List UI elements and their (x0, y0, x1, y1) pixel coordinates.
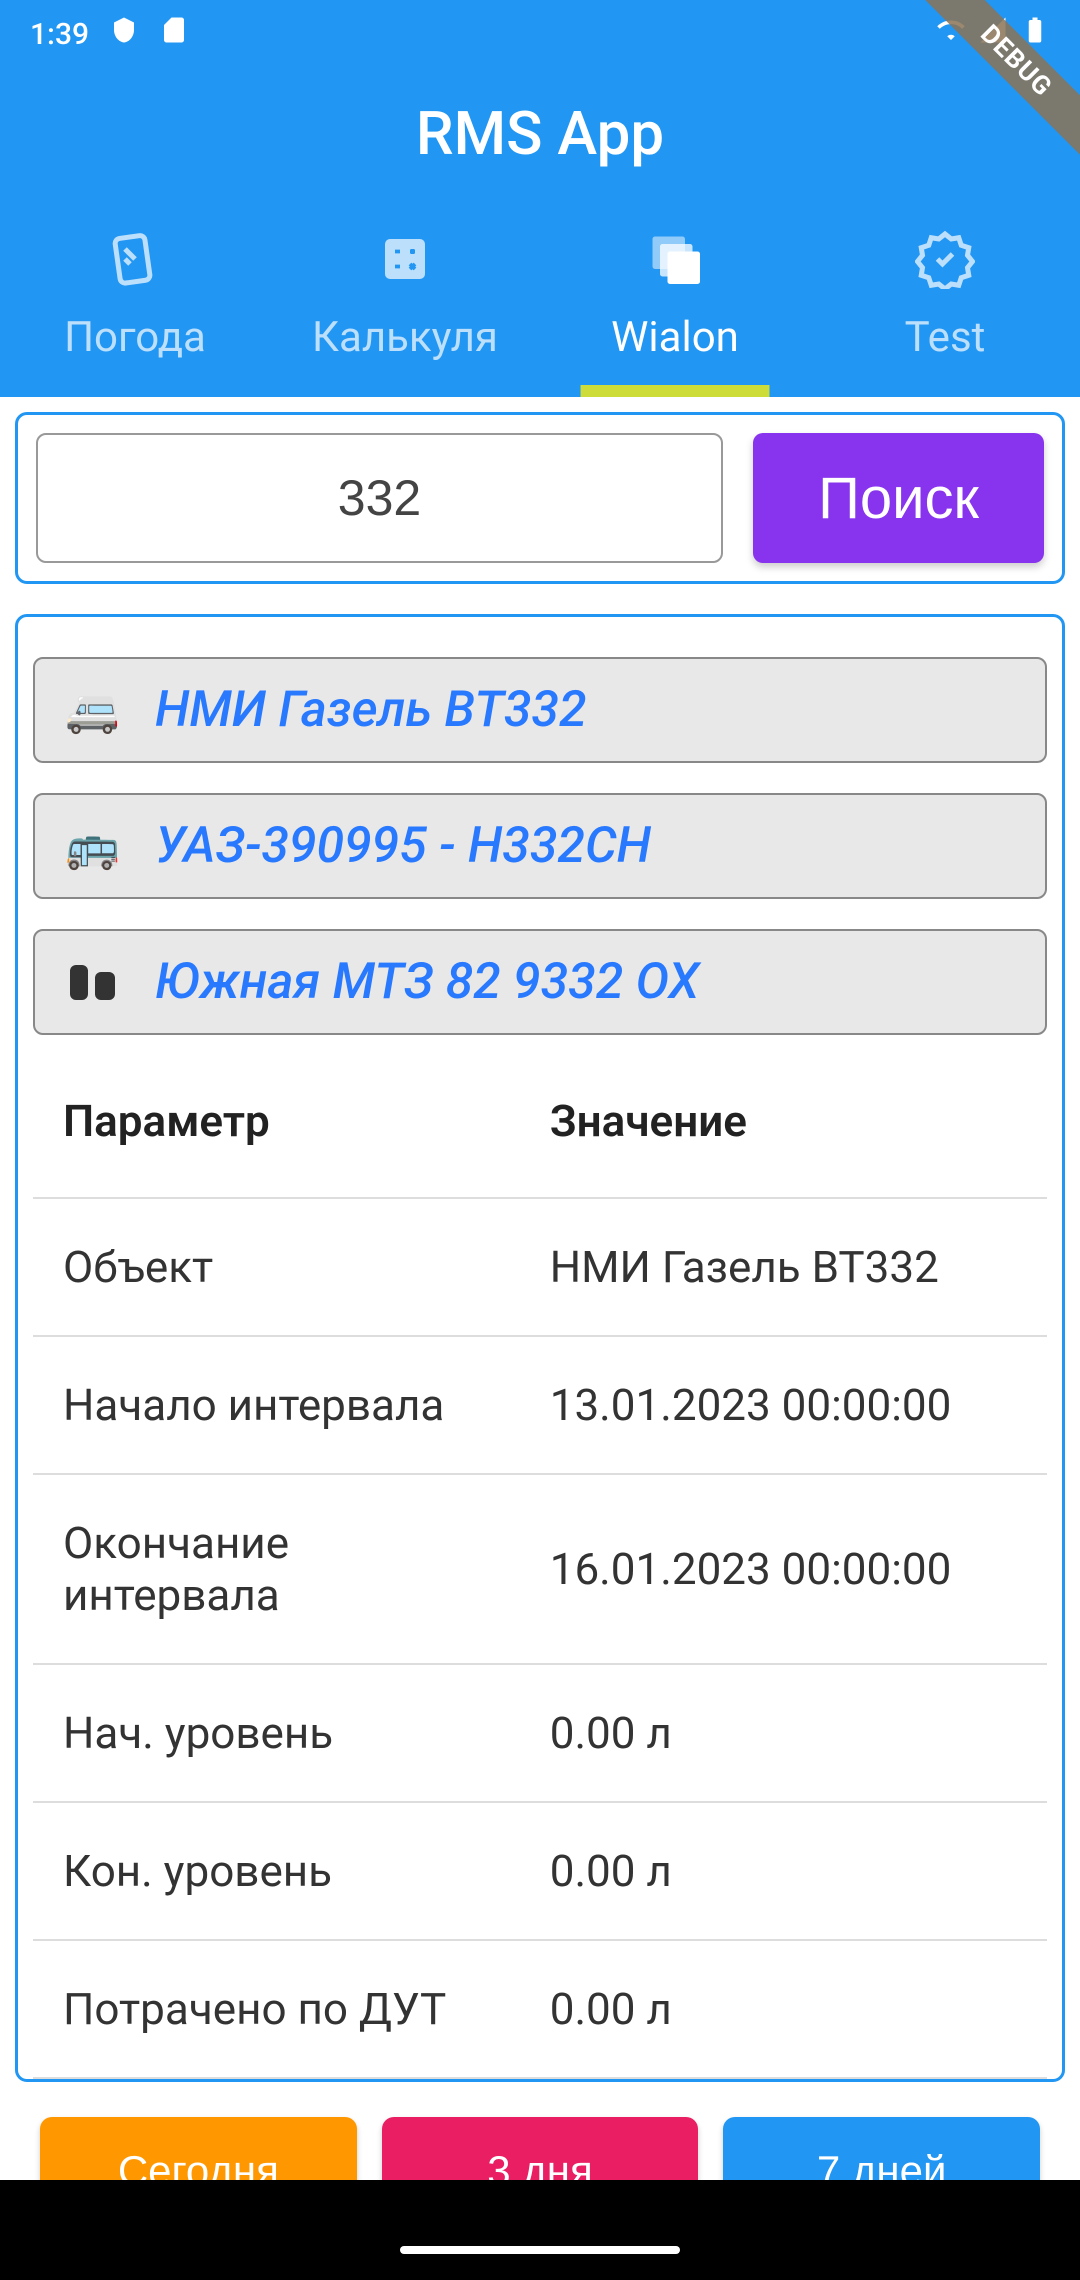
stack-tab-icon (645, 229, 705, 313)
header-value: Значение (520, 1045, 1047, 1198)
data-table: Параметр Значение Объект НМИ Газель ВТ33… (33, 1045, 1047, 2079)
status-time: 1:39 (30, 17, 89, 52)
tractor-icon (60, 957, 125, 1007)
table-row: Кон. уровень 0.00 л (33, 1802, 1047, 1940)
table-row: Нач. уровень 0.00 л (33, 1664, 1047, 1802)
results-container: 🚐 НМИ Газель ВТ332 🚌 УАЗ-390995 - Н332СН… (15, 614, 1065, 2082)
search-container: Поиск (15, 412, 1065, 584)
tab-label: Test (905, 313, 986, 362)
sd-card-icon (159, 15, 189, 53)
verified-tab-icon (915, 229, 975, 313)
table-row: Потрачено по ДУТ 0.00 л (33, 1940, 1047, 2078)
search-button[interactable]: Поиск (753, 433, 1044, 563)
cell-value: 13.01.2023 00:00:00 (520, 1336, 1047, 1474)
table-header-row: Параметр Значение (33, 1045, 1047, 1198)
cell-value: НМИ Газель ВТ332 (520, 1198, 1047, 1336)
tab-label: Погода (64, 313, 206, 362)
tabs-container: Погода Калькуля Wialon Test (0, 209, 1080, 397)
result-label: НМИ Газель ВТ332 (155, 681, 587, 739)
debug-banner: DEBUG (910, 0, 1080, 170)
black-footer (0, 2180, 1080, 2220)
cell-param: Объект (33, 1198, 520, 1336)
nav-bar (0, 2220, 1080, 2280)
cell-param: Кон. уровень (33, 1802, 520, 1940)
van-white-icon: 🚐 (60, 685, 125, 735)
table-row: Окончание интервала 16.01.2023 00:00:00 (33, 1474, 1047, 1664)
cell-value: 0.00 л (520, 1940, 1047, 2078)
cell-param: Потрачено по ДУТ (33, 1940, 520, 2078)
cell-param: Окончание интервала (33, 1474, 520, 1664)
shield-icon (109, 15, 139, 53)
result-label: УАЗ-390995 - Н332СН (155, 817, 651, 875)
cell-param: Нач. уровень (33, 1664, 520, 1802)
tab-weather[interactable]: Погода (0, 209, 270, 397)
cell-value: 16.01.2023 00:00:00 (520, 1474, 1047, 1664)
content-area: Поиск 🚐 НМИ Газель ВТ332 🚌 УАЗ-390995 - … (0, 397, 1080, 2270)
tab-calculator[interactable]: Калькуля (270, 209, 540, 397)
tab-test[interactable]: Test (810, 209, 1080, 397)
cell-value: 0.00 л (520, 1664, 1047, 1802)
search-input[interactable] (36, 433, 723, 563)
cell-value: 0.00 л (520, 1802, 1047, 1940)
table-row: Объект НМИ Газель ВТ332 (33, 1198, 1047, 1336)
tab-wialon[interactable]: Wialon (540, 209, 810, 397)
tab-label: Wialon (611, 313, 739, 362)
tab-label: Калькуля (312, 313, 498, 362)
result-label: Южная МТЗ 82 9332 ОХ (155, 953, 699, 1011)
weather-tab-icon (105, 229, 165, 313)
header-param: Параметр (33, 1045, 520, 1198)
result-item-uaz[interactable]: 🚌 УАЗ-390995 - Н332СН (33, 793, 1047, 899)
result-item-mtz[interactable]: Южная МТЗ 82 9332 ОХ (33, 929, 1047, 1035)
table-row: Начало интервала 13.01.2023 00:00:00 (33, 1336, 1047, 1474)
nav-handle[interactable] (400, 2246, 680, 2254)
cell-param: Начало интервала (33, 1336, 520, 1474)
van-yellow-icon: 🚌 (60, 821, 125, 871)
calculator-tab-icon (375, 229, 435, 313)
result-item-gazelle[interactable]: 🚐 НМИ Газель ВТ332 (33, 657, 1047, 763)
